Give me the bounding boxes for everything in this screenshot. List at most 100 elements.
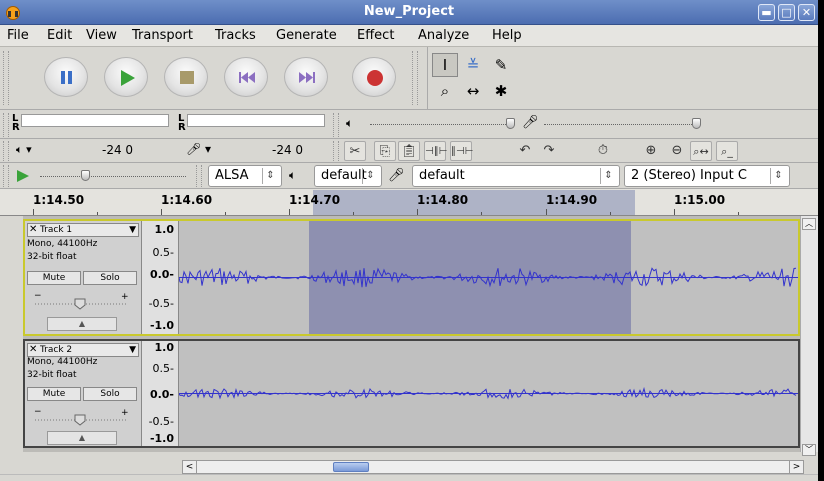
menu-generate[interactable]: Generate: [276, 28, 337, 43]
menu-transport[interactable]: Transport: [132, 28, 193, 43]
horizontal-scrollbar[interactable]: < >: [182, 460, 804, 474]
vertical-ruler: 1.0 0.5- 0.0- -0.5- -1.0: [142, 341, 179, 446]
menu-tracks[interactable]: Tracks: [215, 28, 256, 43]
menu-file[interactable]: File: [7, 28, 29, 43]
envelope-tool-icon[interactable]: ≚: [460, 53, 486, 77]
solo-button[interactable]: Solo: [83, 271, 137, 285]
selection-tool-icon[interactable]: I: [432, 53, 458, 77]
track-name-bar[interactable]: ✕ Track 2 ▼: [27, 343, 139, 357]
fit-selection-icon[interactable]: ⌕↔: [690, 141, 712, 161]
zoom-out-icon[interactable]: ⊖: [666, 141, 688, 161]
silence-icon[interactable]: ∥⊣⊢: [450, 141, 473, 161]
track-control-panel[interactable]: ✕ Track 2 ▼ Mono, 44100Hz 32-bit float M…: [25, 341, 142, 446]
svg-text:+: +: [121, 292, 129, 302]
gain-slider[interactable]: − +: [31, 407, 131, 427]
redo-icon[interactable]: ↷: [538, 141, 560, 161]
title-bar[interactable]: New_Project ▬ □ ✕: [0, 0, 818, 25]
menu-edit[interactable]: Edit: [47, 28, 72, 43]
track-rate: Mono, 44100Hz: [27, 357, 98, 367]
play-button[interactable]: [104, 57, 148, 97]
record-volume-thumb[interactable]: [692, 118, 701, 129]
toolbar-grip[interactable]: [3, 51, 9, 105]
play-speed-thumb[interactable]: [81, 170, 90, 181]
track-1[interactable]: ✕ Track 1 ▼ Mono, 44100Hz 32-bit float M…: [23, 219, 800, 336]
minimize-button[interactable]: ▬: [758, 4, 775, 21]
scale-label: 1.0: [154, 223, 175, 236]
undo-icon[interactable]: ↶: [514, 141, 536, 161]
playback-meter[interactable]: [21, 114, 169, 127]
record-button[interactable]: [352, 57, 396, 97]
playback-db-label: -24 0: [102, 143, 134, 157]
input-device-select[interactable]: default ⇕: [412, 165, 620, 187]
draw-tool-icon[interactable]: ✎: [488, 53, 514, 77]
mute-button[interactable]: Mute: [27, 387, 81, 401]
toolbar-grip[interactable]: [333, 113, 339, 137]
track-control-panel[interactable]: ✕ Track 1 ▼ Mono, 44100Hz 32-bit float M…: [25, 221, 142, 334]
maximize-button[interactable]: □: [778, 4, 795, 21]
close-icon[interactable]: ✕: [29, 224, 37, 236]
input-channels-select[interactable]: 2 (Stereo) Input C ⇕: [624, 165, 790, 187]
track-format: 32-bit float: [27, 370, 77, 380]
collapse-track-button[interactable]: ▲: [47, 431, 117, 445]
track-2[interactable]: ✕ Track 2 ▼ Mono, 44100Hz 32-bit float M…: [23, 339, 800, 448]
timeline-ruler[interactable]: 1:14.50 1:14.60 1:14.70 1:14.80 1:14.90 …: [0, 189, 818, 216]
track-rate: Mono, 44100Hz: [27, 239, 98, 249]
toolbar-grip[interactable]: [333, 141, 339, 161]
paste-icon[interactable]: 📋︎: [398, 141, 420, 161]
trim-icon[interactable]: ⊣∥⊢: [424, 141, 447, 161]
gain-slider[interactable]: − +: [31, 291, 131, 311]
playback-volume-slider[interactable]: [370, 124, 506, 125]
chevron-down-icon[interactable]: ▼: [129, 224, 136, 236]
copy-icon[interactable]: ⎘: [374, 141, 396, 161]
timeshift-tool-icon[interactable]: ↔: [460, 79, 486, 103]
solo-button[interactable]: Solo: [83, 387, 137, 401]
close-button[interactable]: ✕: [798, 4, 815, 21]
record-meter[interactable]: [187, 114, 325, 127]
toolbar-grip[interactable]: [3, 141, 9, 161]
collapse-track-button[interactable]: ▲: [47, 317, 117, 331]
zoom-in-icon[interactable]: ⊕: [640, 141, 662, 161]
scrollbar-thumb[interactable]: [333, 462, 369, 472]
output-device-select[interactable]: default ⇕: [314, 165, 382, 187]
playback-meter-menu[interactable]: 🔈︎ ▾: [16, 143, 32, 157]
close-icon[interactable]: ✕: [29, 344, 37, 356]
cut-icon[interactable]: ✂: [344, 141, 366, 161]
menu-view[interactable]: View: [86, 28, 117, 43]
toolbar-grip[interactable]: [196, 165, 202, 187]
skip-to-start-button[interactable]: [224, 57, 268, 97]
play-speed-slider[interactable]: [40, 176, 186, 177]
toolbar-grip[interactable]: [3, 113, 9, 137]
menu-effect[interactable]: Effect: [357, 28, 394, 43]
play-at-speed-icon[interactable]: [16, 169, 30, 183]
waveform-area[interactable]: [179, 221, 798, 334]
scroll-down-icon[interactable]: ﹀: [802, 444, 816, 456]
stop-button[interactable]: [164, 57, 208, 97]
pause-button[interactable]: [44, 57, 88, 97]
sync-lock-icon[interactable]: ⏱︎: [592, 141, 614, 161]
toolbar-grip[interactable]: [3, 165, 9, 187]
playback-volume-thumb[interactable]: [506, 118, 515, 129]
track-name-bar[interactable]: ✕ Track 1 ▼: [27, 223, 139, 237]
multi-tool-icon[interactable]: ✱: [488, 79, 514, 103]
skip-to-end-button[interactable]: [284, 57, 328, 97]
track-name[interactable]: Track 2: [40, 344, 72, 356]
record-meter-menu[interactable]: 🎤︎ ▾: [186, 142, 211, 156]
zoom-tool-icon[interactable]: ⌕: [432, 79, 458, 103]
chevron-down-icon[interactable]: ▼: [129, 344, 136, 356]
toolbar-grip[interactable]: [412, 51, 418, 105]
audio-host-select[interactable]: ALSA ⇕: [208, 165, 282, 187]
mute-button[interactable]: Mute: [27, 271, 81, 285]
scale-label: 1.0: [154, 341, 175, 354]
record-volume-slider[interactable]: [544, 124, 692, 125]
fit-project-icon[interactable]: ⌕_: [716, 141, 738, 161]
waveform-area[interactable]: [179, 341, 798, 446]
vertical-scrollbar[interactable]: ︿ ﹀: [800, 216, 818, 456]
menu-analyze[interactable]: Analyze: [418, 28, 469, 43]
track-panel: ✕ Track 1 ▼ Mono, 44100Hz 32-bit float M…: [23, 216, 800, 452]
scroll-right-icon[interactable]: >: [789, 461, 803, 473]
menu-help[interactable]: Help: [492, 28, 522, 43]
scroll-left-icon[interactable]: <: [183, 461, 197, 473]
menu-bar: File Edit View Transport Tracks Generate…: [0, 25, 818, 47]
scroll-up-icon[interactable]: ︿: [802, 218, 816, 230]
track-name[interactable]: Track 1: [40, 224, 72, 236]
